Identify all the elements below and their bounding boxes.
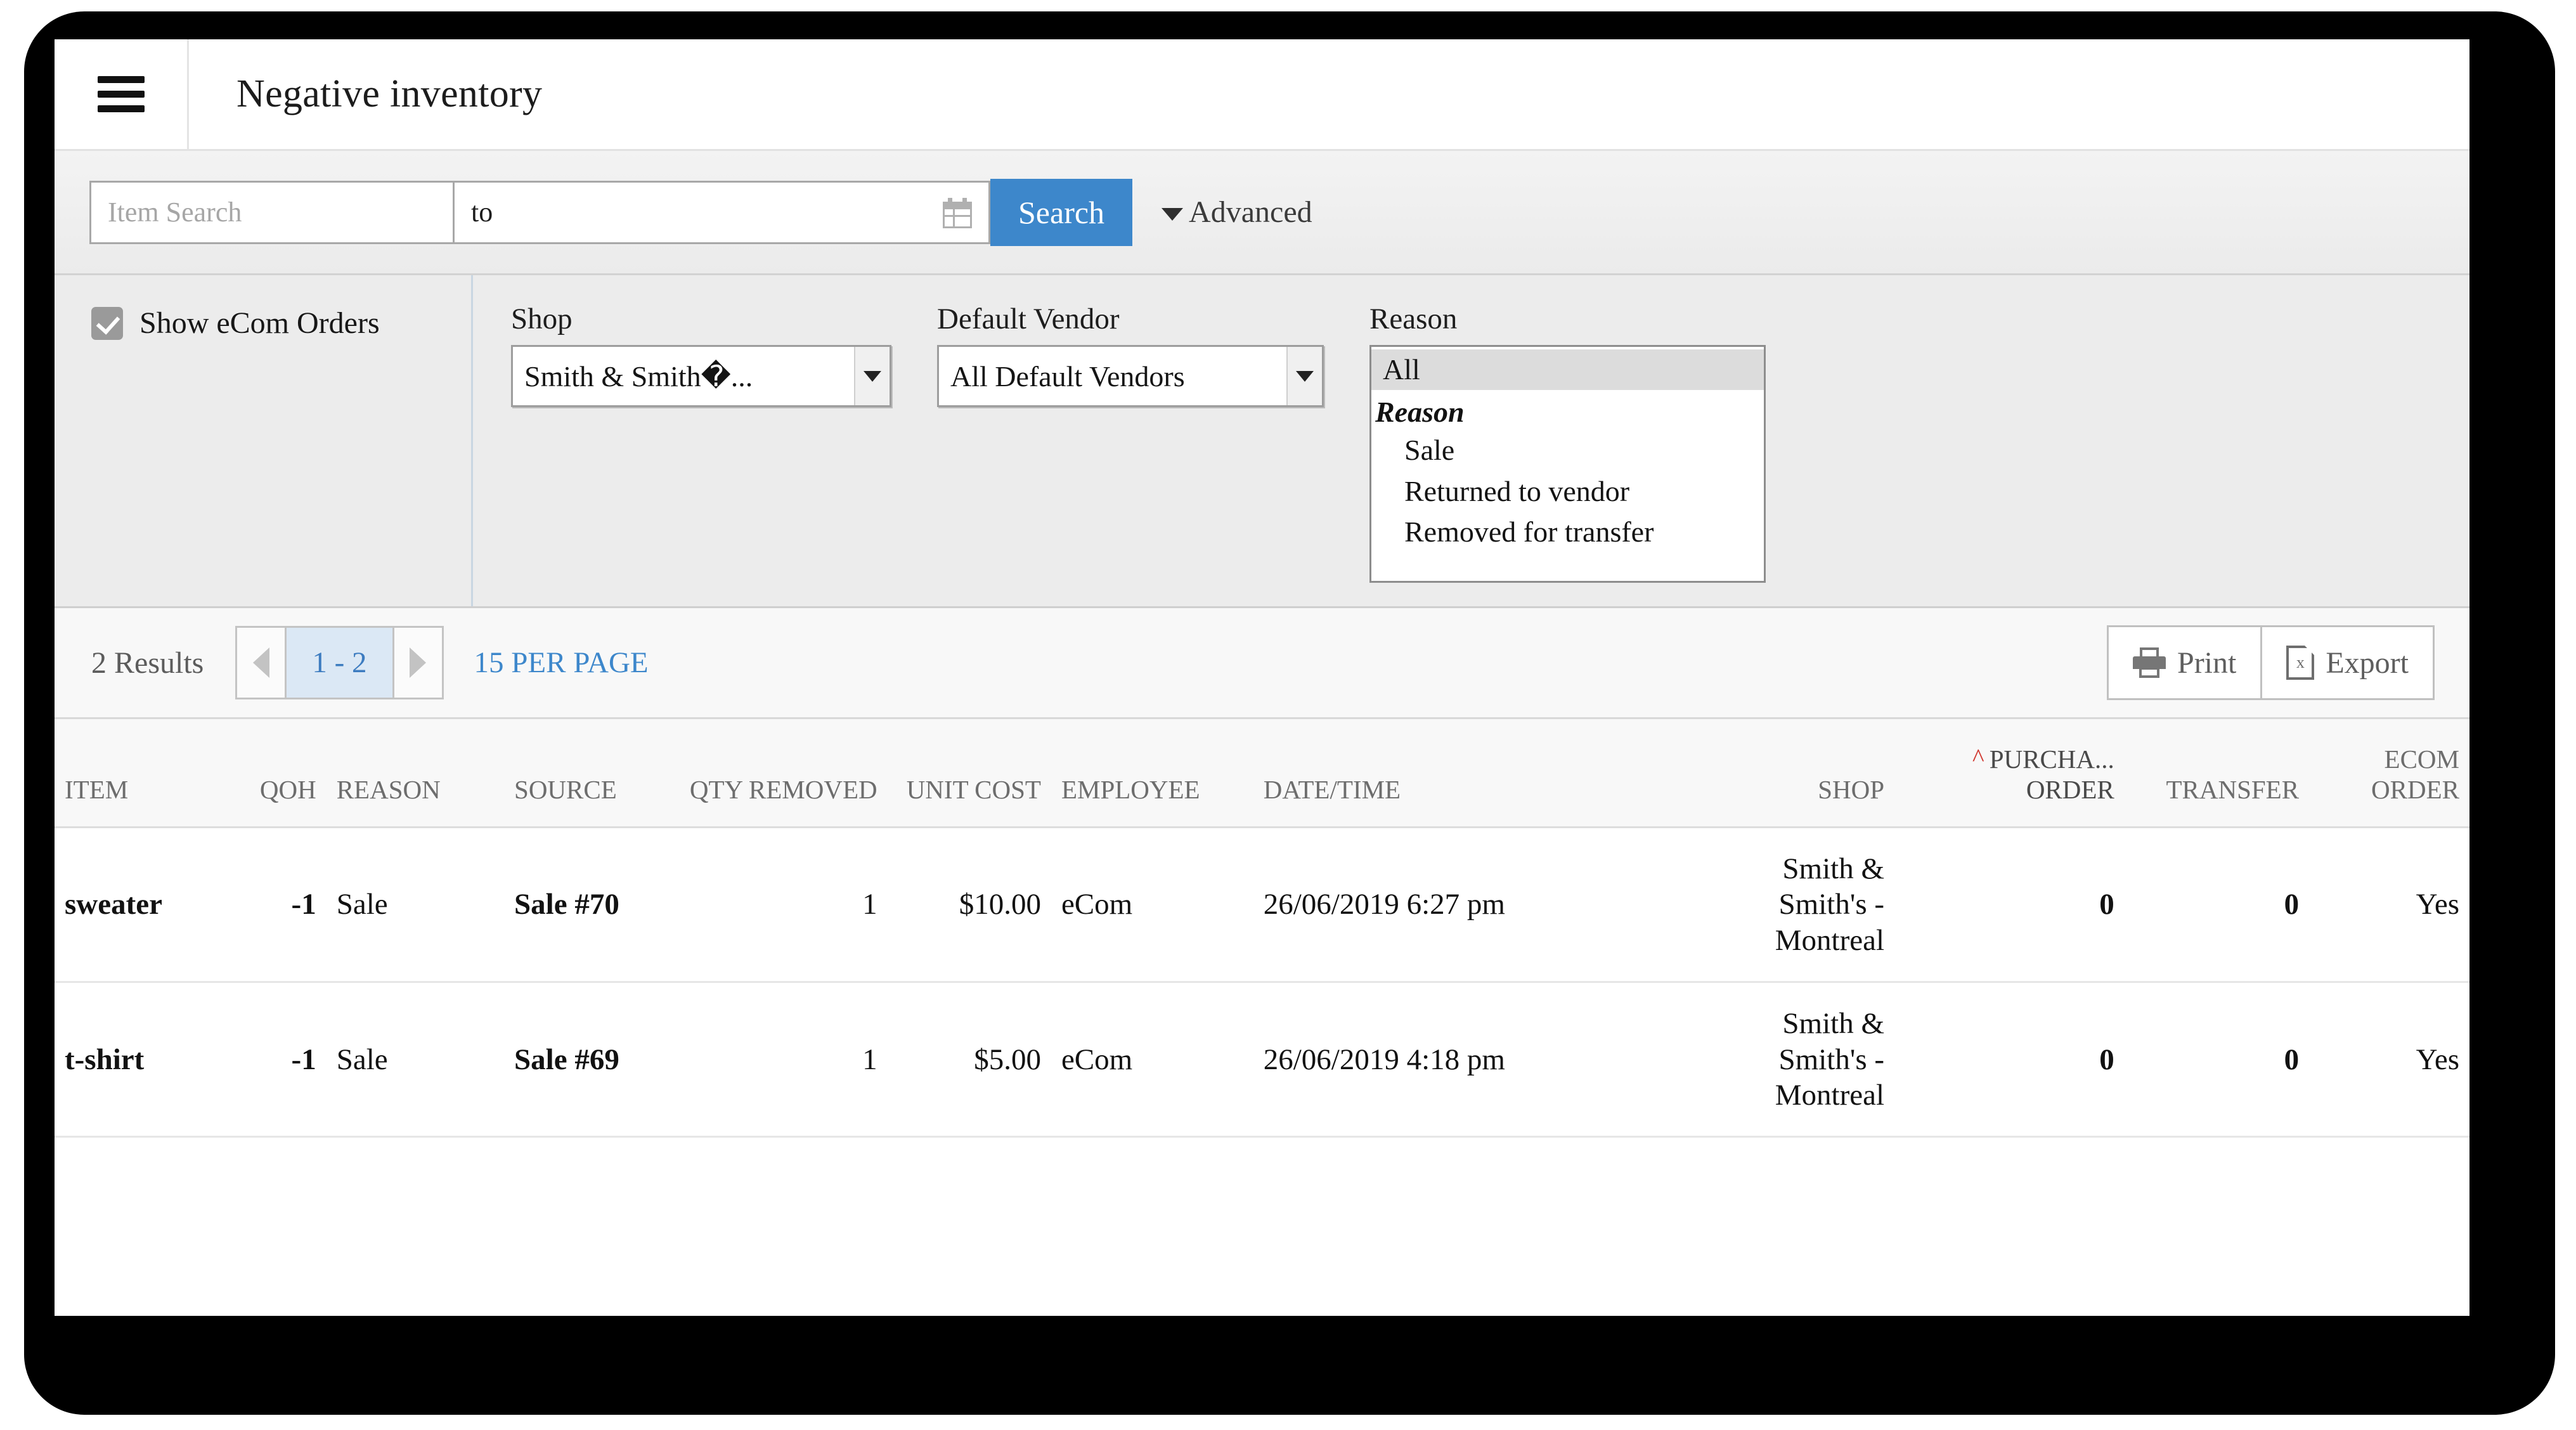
column-header-employee[interactable]: EMPLOYEE [1051, 719, 1253, 829]
vendor-selected-value: All Default Vendors [950, 360, 1185, 393]
hamburger-icon [97, 68, 145, 120]
export-button[interactable]: x Export [2260, 627, 2433, 698]
triangle-left-icon [252, 647, 269, 678]
reason-option-all[interactable]: All [1371, 349, 1764, 391]
advanced-label: Advanced [1189, 195, 1312, 229]
column-header-transfer[interactable]: TRANSFER [2124, 719, 2310, 829]
cell-source[interactable]: Sale #70 [504, 827, 678, 984]
results-count: 2 Results [91, 646, 204, 680]
cell-reason: Sale [326, 982, 505, 1138]
cell-qty-removed: 1 [678, 827, 888, 984]
cell-item[interactable]: t-shirt [55, 982, 243, 1138]
cell-datetime: 26/06/2019 6:27 pm [1253, 827, 1679, 984]
per-page-link[interactable]: 15 PER PAGE [474, 646, 649, 680]
column-header-datetime[interactable]: DATE/TIME [1253, 719, 1679, 829]
app-header: Negative inventory [55, 39, 2469, 151]
cell-shop: Smith & Smith's - Montreal [1678, 827, 1895, 984]
cell-transfer[interactable]: 0 [2124, 982, 2310, 1138]
app-screen: Negative inventory Item Search to Search… [55, 39, 2469, 1316]
shop-filter-group: Shop Smith & Smith�... [511, 302, 891, 606]
column-header-item[interactable]: ITEM [55, 719, 243, 829]
cell-reason: Sale [326, 827, 505, 984]
shop-select-arrow [854, 347, 890, 405]
cell-purchase-order[interactable]: 0 [1894, 827, 2125, 984]
reason-option-returned-to-vendor[interactable]: Returned to vendor [1371, 471, 1764, 512]
cell-datetime: 26/06/2019 4:18 pm [1253, 982, 1679, 1138]
print-button[interactable]: Print [2109, 627, 2260, 698]
cell-employee: eCom [1051, 982, 1253, 1138]
column-header-purchase-order-label: PURCHA... ORDER [1989, 744, 2114, 804]
default-vendor-select[interactable]: All Default Vendors [937, 345, 1324, 407]
ecom-filter-column: Show eCom Orders [55, 275, 473, 606]
print-label: Print [2177, 646, 2237, 680]
caret-down-icon [1296, 370, 1314, 382]
table-row[interactable]: sweater -1 Sale Sale #70 1 $10.00 eCom 2… [55, 827, 2469, 984]
filter-panel: Show eCom Orders Shop Smith & Smith�... … [55, 275, 2469, 608]
reason-filter-group: Reason All Reason Sale Returned to vendo… [1369, 302, 1766, 606]
cell-qoh[interactable]: -1 [242, 827, 327, 984]
results-table: ITEM QOH REASON SOURCE QTY REMOVED UNIT … [55, 719, 2469, 1138]
shop-select[interactable]: Smith & Smith�... [511, 345, 891, 407]
checkbox-checked-icon [91, 306, 123, 340]
cell-source[interactable]: Sale #69 [504, 982, 678, 1138]
prev-page-button[interactable] [237, 628, 287, 698]
reason-optgroup-label: Reason [1375, 396, 1465, 429]
table-row[interactable]: t-shirt -1 Sale Sale #69 1 $5.00 eCom 26… [55, 982, 2469, 1138]
hamburger-menu-button[interactable] [55, 39, 189, 149]
column-header-ecom-order[interactable]: ECOM ORDER [2309, 719, 2469, 829]
reason-label: Reason [1369, 302, 1458, 335]
column-header-unit-cost[interactable]: UNIT COST [887, 719, 1051, 829]
cell-purchase-order[interactable]: 0 [1894, 982, 2125, 1138]
export-label: Export [2326, 646, 2409, 680]
print-export-group: Print x Export [2107, 625, 2435, 700]
sort-ascending-icon: ^ [1972, 743, 1984, 772]
shop-label: Shop [511, 302, 573, 335]
cell-employee: eCom [1051, 827, 1253, 984]
vendor-label: Default Vendor [937, 302, 1120, 335]
page-title: Negative inventory [236, 72, 543, 115]
vendor-filter-group: Default Vendor All Default Vendors [937, 302, 1324, 606]
column-header-reason[interactable]: REASON [326, 719, 505, 829]
filter-fields: Shop Smith & Smith�... Default Vendor Al… [473, 275, 1811, 606]
column-header-qty-removed[interactable]: QTY REMOVED [678, 719, 888, 829]
cell-unit-cost: $10.00 [887, 827, 1051, 984]
cell-qty-removed: 1 [678, 982, 888, 1138]
date-range-value: to [471, 197, 493, 228]
advanced-toggle[interactable]: Advanced [1162, 195, 1312, 230]
caret-down-icon [864, 370, 881, 382]
cell-item[interactable]: sweater [55, 827, 243, 984]
item-search-input[interactable]: Item Search [89, 180, 455, 244]
column-header-source[interactable]: SOURCE [504, 719, 678, 829]
excel-file-icon: x [2286, 646, 2315, 680]
reason-option-removed-for-transfer[interactable]: Removed for transfer [1371, 512, 1764, 552]
shop-selected-value: Smith & Smith�... [524, 360, 753, 393]
cell-ecom-order: Yes [2309, 827, 2469, 984]
printer-icon [2133, 647, 2166, 678]
cell-unit-cost: $5.00 [887, 982, 1051, 1138]
vendor-select-arrow [1286, 347, 1322, 405]
show-ecom-orders-label: Show eCom Orders [139, 306, 380, 340]
chevron-down-icon [1162, 207, 1184, 221]
reason-option-sale[interactable]: Sale [1371, 430, 1764, 471]
search-bar: Item Search to Search Advanced [55, 151, 2469, 275]
triangle-right-icon [410, 647, 427, 678]
pagination: 1 - 2 [235, 626, 444, 699]
column-header-purchase-order[interactable]: ^ PURCHA... ORDER [1894, 719, 2125, 829]
table-header-row: ITEM QOH REASON SOURCE QTY REMOVED UNIT … [55, 719, 2469, 829]
column-header-shop[interactable]: SHOP [1678, 719, 1895, 829]
search-button[interactable]: Search [990, 178, 1133, 246]
cell-ecom-order: Yes [2309, 982, 2469, 1138]
show-ecom-orders-checkbox[interactable]: Show eCom Orders [91, 306, 471, 341]
results-toolbar: 2 Results 1 - 2 15 PER PAGE Print x Expo… [55, 608, 2469, 719]
calendar-icon [943, 197, 972, 228]
page-range-label[interactable]: 1 - 2 [287, 628, 392, 698]
cell-qoh[interactable]: -1 [242, 982, 327, 1138]
next-page-button[interactable] [392, 628, 442, 698]
cell-transfer[interactable]: 0 [2124, 827, 2310, 984]
reason-listbox[interactable]: All Reason Sale Returned to vendor Remov… [1369, 345, 1766, 583]
date-range-input[interactable]: to [455, 180, 990, 244]
column-header-qoh[interactable]: QOH [242, 719, 327, 829]
cell-shop: Smith & Smith's - Montreal [1678, 982, 1895, 1138]
